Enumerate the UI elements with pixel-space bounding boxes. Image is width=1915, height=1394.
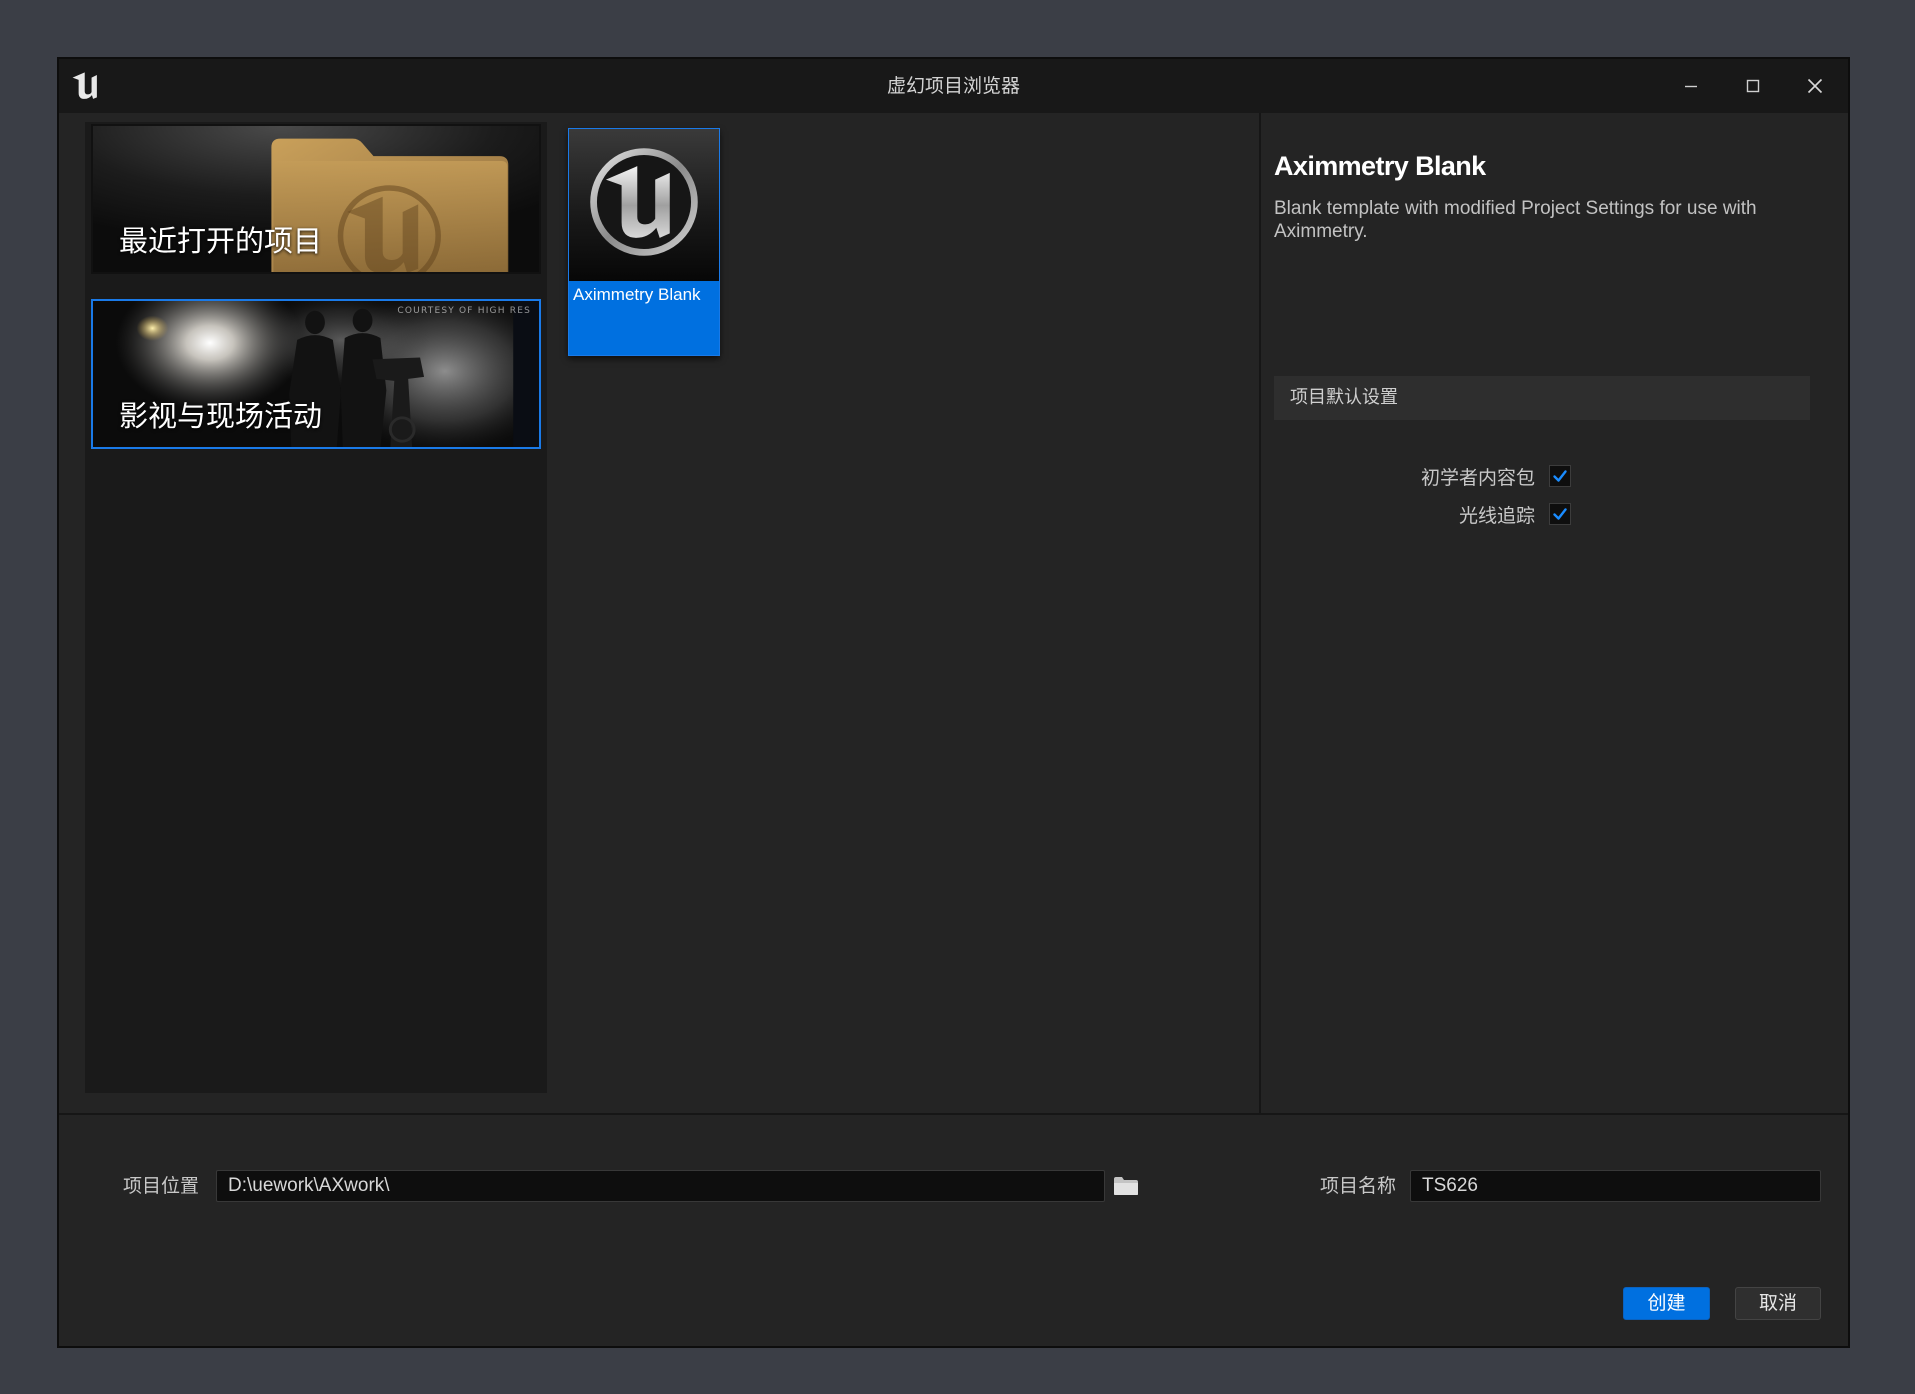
category-film-live-events[interactable]: COURTESY OF HIGH RES 影视与现场活动 xyxy=(91,299,541,449)
minimize-button[interactable] xyxy=(1660,59,1722,113)
cancel-button[interactable]: 取消 xyxy=(1735,1287,1821,1320)
checkmark-icon xyxy=(1553,470,1567,482)
project-name-label: 项目名称 xyxy=(1320,1175,1397,1197)
section-header-label: 项目默认设置 xyxy=(1290,387,1398,408)
maximize-icon-box xyxy=(1746,79,1760,93)
person-2-head xyxy=(352,308,373,333)
project-browser-window: 虚幻项目浏览器 最近打开的项目 COURTESY OF HIGH RES 影视与… xyxy=(57,57,1850,1348)
category-panel: 最近打开的项目 COURTESY OF HIGH RES 影视与现场活动 xyxy=(85,122,547,1093)
starter-content-checkbox[interactable] xyxy=(1549,465,1571,487)
person-1-head xyxy=(305,310,325,335)
project-location-label: 项目位置 xyxy=(123,1175,200,1197)
category-recent-projects[interactable]: 最近打开的项目 xyxy=(91,124,541,274)
window-controls xyxy=(1660,59,1846,113)
option-ray-tracing: 光线追踪 xyxy=(1274,499,1571,529)
template-description: Blank template with modified Project Set… xyxy=(1274,198,1757,242)
template-tile-aximmetry-blank[interactable]: Aximmetry Blank xyxy=(568,128,720,356)
close-icon-cross xyxy=(1807,78,1823,94)
minimize-icon xyxy=(1685,85,1697,88)
option-label: 初学者内容包 xyxy=(1420,466,1535,489)
title-bar[interactable]: 虚幻项目浏览器 xyxy=(59,59,1848,113)
right-edge-shadow xyxy=(513,301,539,447)
project-defaults-header[interactable]: 项目默认设置 xyxy=(1274,376,1810,420)
template-title: Aximmetry Blank xyxy=(1274,151,1486,181)
ray-tracing-checkbox[interactable] xyxy=(1549,503,1571,525)
checkmark-path xyxy=(1553,508,1567,520)
category-label: 影视与现场活动 xyxy=(119,399,323,433)
person-2-body xyxy=(340,333,387,447)
category-label: 最近打开的项目 xyxy=(119,224,323,258)
browse-folder-button[interactable] xyxy=(1111,1174,1141,1198)
create-button[interactable]: 创建 xyxy=(1623,1287,1710,1320)
footer-divider xyxy=(59,1113,1848,1115)
checkmark-icon xyxy=(1553,508,1567,520)
maximize-icon xyxy=(1746,79,1760,93)
checkmark-path xyxy=(1553,470,1567,482)
folder-icon-flap xyxy=(1114,1183,1138,1195)
option-label: 光线追踪 xyxy=(1458,504,1535,527)
folder-icon xyxy=(1114,1177,1138,1195)
project-name-input[interactable] xyxy=(1410,1170,1821,1202)
window-title: 虚幻项目浏览器 xyxy=(886,75,1020,97)
project-location-input[interactable] xyxy=(216,1170,1105,1202)
photo-credit: COURTESY OF HIGH RES xyxy=(397,306,531,316)
maximize-button[interactable] xyxy=(1722,59,1784,113)
panel-divider xyxy=(1259,113,1261,1113)
logo-disc xyxy=(590,148,698,256)
template-thumbnail xyxy=(569,129,719,281)
template-label: Aximmetry Blank xyxy=(573,285,701,304)
unreal-logo-icon xyxy=(590,148,698,256)
close-icon xyxy=(1807,78,1823,94)
option-starter-content: 初学者内容包 xyxy=(1274,461,1571,491)
close-button[interactable] xyxy=(1784,59,1846,113)
warm-light xyxy=(136,315,169,341)
